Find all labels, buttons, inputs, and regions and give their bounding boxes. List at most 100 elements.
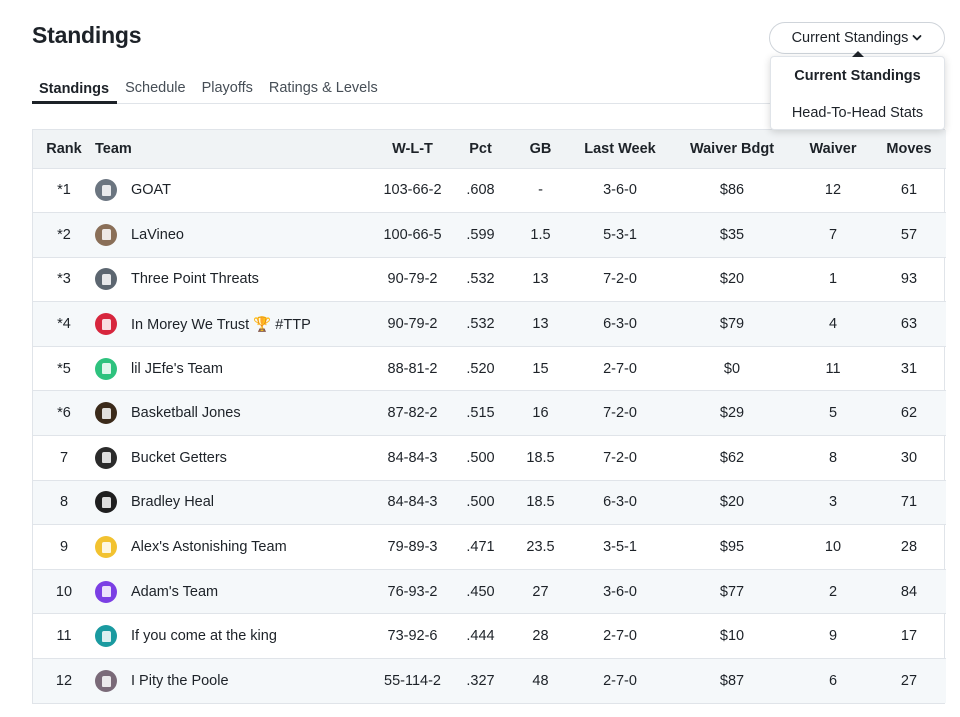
pct-cell: .520 (466, 360, 495, 377)
wlt-cell: 84-84-3 (387, 449, 438, 466)
team-name-link[interactable]: Bucket Getters (131, 450, 227, 466)
nets-logo-icon[interactable] (95, 446, 117, 469)
last-week-cell: 7-2-0 (603, 271, 637, 288)
last-week-cell: 3-5-1 (603, 539, 637, 556)
team-name-link[interactable]: GOAT (131, 182, 171, 198)
last-week-cell: 2-7-0 (603, 360, 637, 377)
view-dropdown-menu: Current Standings Head-To-Head Stats (770, 51, 945, 131)
table-row: 10 Adam's Team 76-93-2 .450 27 3-6-0 $77 2 84 (33, 569, 946, 614)
standings-table: Rank Team W-L-T Pct GB Last Week Waiver … (32, 129, 946, 705)
column-header-wlt[interactable]: W-L-T (375, 130, 450, 168)
last-week-cell: 3-6-0 (603, 182, 637, 199)
team-name-link[interactable]: I Pity the Poole (131, 673, 229, 689)
pct-cell: .532 (466, 271, 495, 288)
gb-cell: 15 (532, 360, 549, 377)
tab-schedule[interactable]: Schedule (117, 74, 193, 103)
pct-cell: .599 (466, 226, 495, 243)
team-info: lil JEfe's Team (95, 357, 375, 380)
moves-cell: 62 (900, 405, 918, 422)
team-name-link[interactable]: In Morey We Trust 🏆 #TTP (131, 316, 311, 333)
waiver-budget-cell: $29 (719, 405, 745, 422)
team-info: Alex's Astonishing Team (95, 536, 375, 559)
column-header-rank[interactable]: Rank (33, 130, 95, 168)
rank-cell: *2 (57, 226, 71, 243)
pct-cell: .608 (466, 182, 495, 199)
column-header-team[interactable]: Team (95, 130, 375, 168)
team-name-link[interactable]: Alex's Astonishing Team (131, 539, 287, 555)
team-cell: In Morey We Trust 🏆 #TTP (95, 302, 375, 347)
team-cell: I Pity the Poole (95, 659, 375, 704)
rank-cell: *5 (57, 360, 71, 377)
table-row: 12 I Pity the Poole 55-114-2 .327 48 2-7-0 $87… (33, 658, 946, 704)
standings-table-body: *1 GOAT 103-66-2.608-3-6-0 $86 12 61 *2 LaVineo… (33, 168, 946, 704)
view-dropdown-button[interactable]: Current Standings (769, 22, 945, 54)
rank-cell: 10 (55, 583, 73, 600)
menu-item-current-standings[interactable]: Current Standings (771, 57, 944, 94)
waiver-budget-cell: $10 (719, 628, 745, 645)
tab-ratings-levels[interactable]: Ratings & Levels (261, 74, 386, 103)
moves-cell: 63 (900, 316, 918, 333)
gb-cell: 48 (532, 673, 549, 690)
team-cell: Adam's Team (95, 569, 375, 614)
wlt-cell: 88-81-2 (387, 360, 438, 377)
gb-cell: 1.5 (530, 226, 551, 243)
table-row: *4 In Morey We Trust 🏆 #TTP 90-79-2 .532 13 6… (33, 301, 946, 347)
team-cell: Alex's Astonishing Team (95, 525, 375, 570)
waiver-cell: 2 (828, 583, 838, 600)
team-info: GOAT (95, 179, 375, 202)
player-photo-icon[interactable] (95, 491, 117, 514)
player-photo-icon[interactable] (95, 670, 117, 693)
column-header-pct[interactable]: Pct (450, 130, 511, 168)
team-info: I Pity the Poole (95, 670, 375, 693)
pct-cell: .500 (466, 494, 495, 511)
wlt-cell: 84-84-3 (387, 494, 438, 511)
moves-cell: 27 (900, 673, 918, 690)
rank-cell: 11 (56, 628, 72, 645)
tab-standings[interactable]: Standings (32, 74, 118, 104)
jersey-icon[interactable] (95, 268, 117, 291)
waiver-cell: 11 (825, 360, 841, 377)
player-photo-icon[interactable] (95, 223, 117, 246)
column-header-waiver-budget[interactable]: Waiver Bdgt (670, 130, 794, 168)
team-name-link[interactable]: lil JEfe's Team (131, 361, 223, 377)
gb-cell: 18.5 (526, 494, 555, 511)
jersey-icon[interactable] (95, 179, 117, 202)
moves-cell: 61 (900, 182, 918, 199)
team-name-link[interactable]: Three Point Threats (131, 271, 259, 287)
rank-cell: 7 (59, 449, 69, 466)
flame-icon[interactable] (95, 402, 117, 425)
team-name-link[interactable]: Bradley Heal (131, 494, 214, 510)
column-header-waiver[interactable]: Waiver (794, 130, 872, 168)
wlt-cell: 79-89-3 (387, 539, 438, 556)
jersey-icon[interactable] (95, 313, 117, 336)
last-week-cell: 6-3-0 (603, 316, 637, 333)
column-header-last-week[interactable]: Last Week (570, 130, 670, 168)
waiver-cell: 10 (824, 539, 842, 556)
waiver-budget-cell: $0 (723, 360, 741, 377)
rank-cell: *3 (57, 271, 71, 288)
team-name-link[interactable]: If you come at the king (131, 628, 277, 644)
column-header-moves[interactable]: Moves (872, 130, 946, 168)
jersey-icon[interactable] (95, 625, 117, 648)
wlt-cell: 100-66-5 (383, 226, 442, 243)
waiver-cell: 1 (828, 271, 838, 288)
jersey-icon[interactable] (95, 580, 117, 603)
table-row: 8 Bradley Heal 84-84-3 .500 18.5 6-3-0 $20 3 71 (33, 480, 946, 525)
team-info: If you come at the king (95, 625, 375, 648)
menu-item-head-to-head-stats[interactable]: Head-To-Head Stats (771, 94, 944, 131)
moves-cell: 71 (900, 494, 918, 511)
table-row: 9 Alex's Astonishing Team 79-89-3 .471 23.5 3… (33, 524, 946, 570)
last-week-cell: 5-3-1 (603, 226, 637, 243)
team-name-link[interactable]: LaVineo (131, 227, 184, 243)
column-header-gb[interactable]: GB (511, 130, 570, 168)
team-name-link[interactable]: Adam's Team (131, 584, 218, 600)
pct-cell: .515 (466, 405, 495, 422)
rank-cell: *1 (57, 182, 71, 199)
tab-playoffs[interactable]: Playoffs (194, 74, 261, 103)
waiver-budget-cell: $20 (719, 494, 745, 511)
gb-cell: - (538, 182, 543, 199)
team-name-link[interactable]: Basketball Jones (131, 405, 241, 421)
table-row: *6 Basketball Jones 87-82-2 .515 16 7-2-0 $29 5… (33, 390, 946, 436)
jersey-icon[interactable] (95, 357, 117, 380)
jersey-icon[interactable] (95, 536, 117, 559)
